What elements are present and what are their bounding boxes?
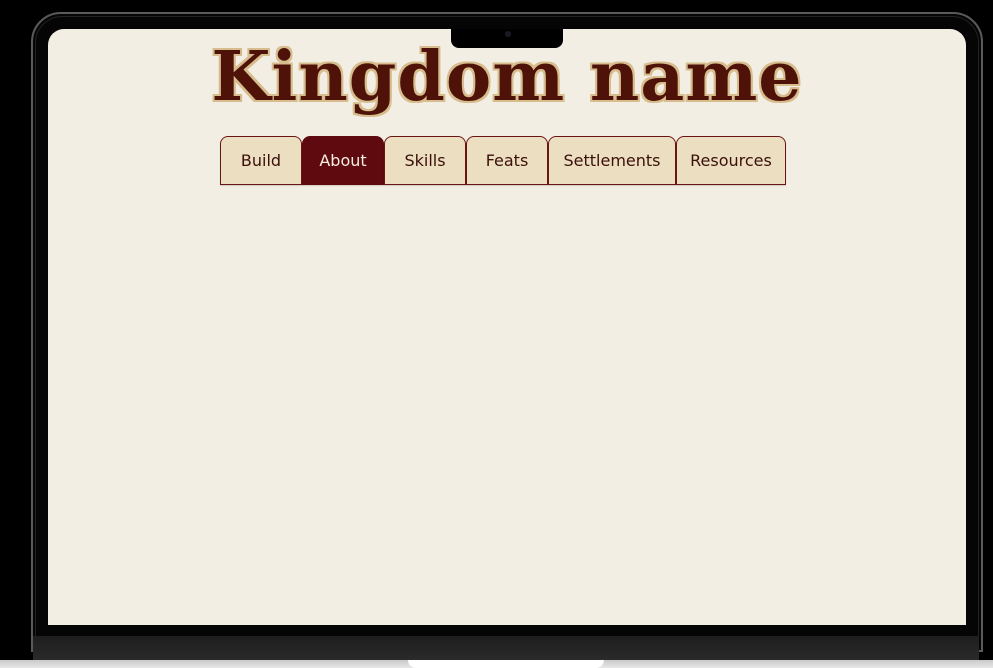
camera-notch — [451, 29, 563, 48]
tab-skills[interactable]: Skills — [384, 136, 466, 185]
tab-content-area — [48, 189, 966, 625]
camera-icon — [505, 31, 511, 37]
tab-build[interactable]: Build — [220, 136, 302, 185]
laptop-chin — [33, 636, 979, 662]
app-screen: Kingdom name Build About Skills Feats Se… — [48, 29, 966, 625]
page-title: Kingdom name — [211, 37, 803, 117]
tab-settlements[interactable]: Settlements — [548, 136, 676, 185]
tab-resources[interactable]: Resources — [676, 136, 786, 185]
tab-feats[interactable]: Feats — [466, 136, 548, 185]
tab-bar: Build About Skills Feats Settlements Res… — [220, 136, 786, 187]
tab-about[interactable]: About — [302, 136, 384, 185]
laptop-base-notch — [408, 660, 604, 668]
